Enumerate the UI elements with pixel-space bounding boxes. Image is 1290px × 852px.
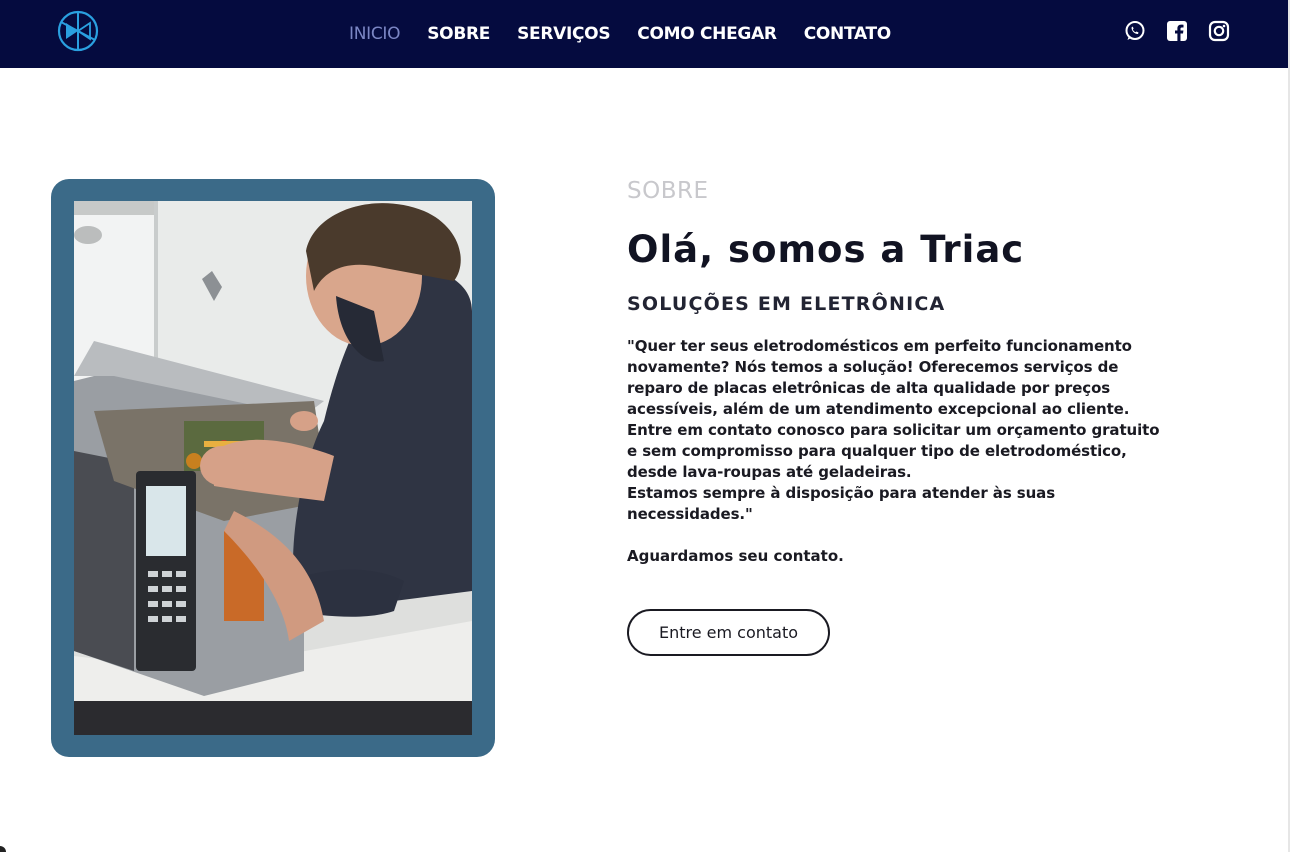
nav-link-servicos[interactable]: SERVIÇOS (517, 24, 611, 44)
technician-repairing-microwave-image (74, 201, 472, 735)
about-section: SOBRE Olá, somos a Triac SOLUÇÕES EM ELE… (627, 178, 1207, 656)
top-navbar: INICIO SOBRE SERVIÇOS COMO CHEGAR CONTAT… (0, 0, 1288, 68)
about-heading: Olá, somos a Triac (627, 228, 1025, 271)
nav-link-como-chegar[interactable]: COMO CHEGAR (637, 24, 777, 44)
nav-link-sobre[interactable]: SOBRE (427, 24, 490, 44)
nav-link-contato[interactable]: CONTATO (804, 24, 892, 44)
section-eyebrow: SOBRE (627, 178, 709, 204)
social-links (1124, 20, 1230, 42)
about-subheading: SOLUÇÕES EM ELETRÔNICA (627, 293, 946, 315)
page-corner-mark (0, 846, 6, 852)
facebook-icon[interactable] (1166, 20, 1188, 42)
triac-logo-icon[interactable] (56, 9, 100, 53)
whatsapp-icon[interactable] (1124, 20, 1146, 42)
nav-link-inicio[interactable]: INICIO (349, 24, 401, 44)
instagram-icon[interactable] (1208, 20, 1230, 42)
about-paragraph: "Quer ter seus eletrodomésticos em perfe… (627, 337, 1160, 523)
photo-frame (51, 179, 495, 757)
about-closing: Aguardamos seu contato. (627, 547, 844, 565)
contact-button[interactable]: Entre em contato (627, 609, 830, 656)
main-nav: INICIO SOBRE SERVIÇOS COMO CHEGAR CONTAT… (349, 0, 918, 68)
